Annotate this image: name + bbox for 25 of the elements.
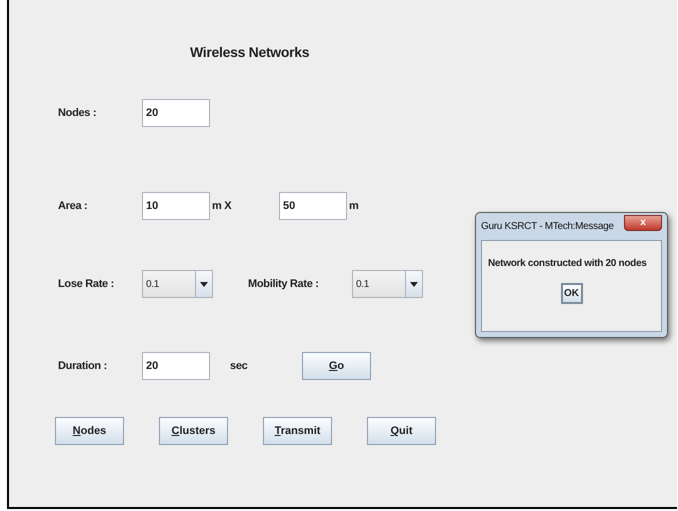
input-field[interactable]: 10	[142, 192, 210, 220]
input-field[interactable]: 20	[142, 99, 210, 127]
ok-button[interactable]: OK	[560, 283, 582, 304]
unit-label: m X	[211, 200, 232, 212]
form-title: Wireless Networks	[189, 43, 310, 62]
caret-icon	[200, 282, 208, 286]
message-text: Network constructed with 20 nodes	[487, 258, 646, 269]
field-label: Mobility Rate :	[248, 278, 320, 290]
go-button[interactable]: Go	[302, 352, 371, 380]
action-button[interactable]: Quit	[367, 417, 436, 445]
input-field[interactable]: 50	[279, 192, 347, 220]
dropdown[interactable]: 0.1	[142, 270, 213, 298]
field-label: Nodes :	[58, 107, 98, 119]
dialog-title: Guru KSRCT - MTech:Message	[481, 221, 614, 232]
unit-label: m	[348, 200, 360, 212]
action-button[interactable]: Clusters	[159, 417, 228, 445]
field-label: Duration :	[58, 360, 108, 372]
action-button[interactable]: Transmit	[263, 417, 332, 445]
input-field[interactable]: 20	[142, 352, 210, 380]
field-label: Area :	[58, 200, 88, 212]
field-label: Lose Rate :	[58, 278, 115, 290]
dropdown[interactable]: 0.1	[352, 270, 423, 298]
action-button[interactable]: Nodes	[55, 417, 124, 445]
unit-label: sec	[229, 360, 248, 372]
caret-icon	[410, 282, 418, 286]
